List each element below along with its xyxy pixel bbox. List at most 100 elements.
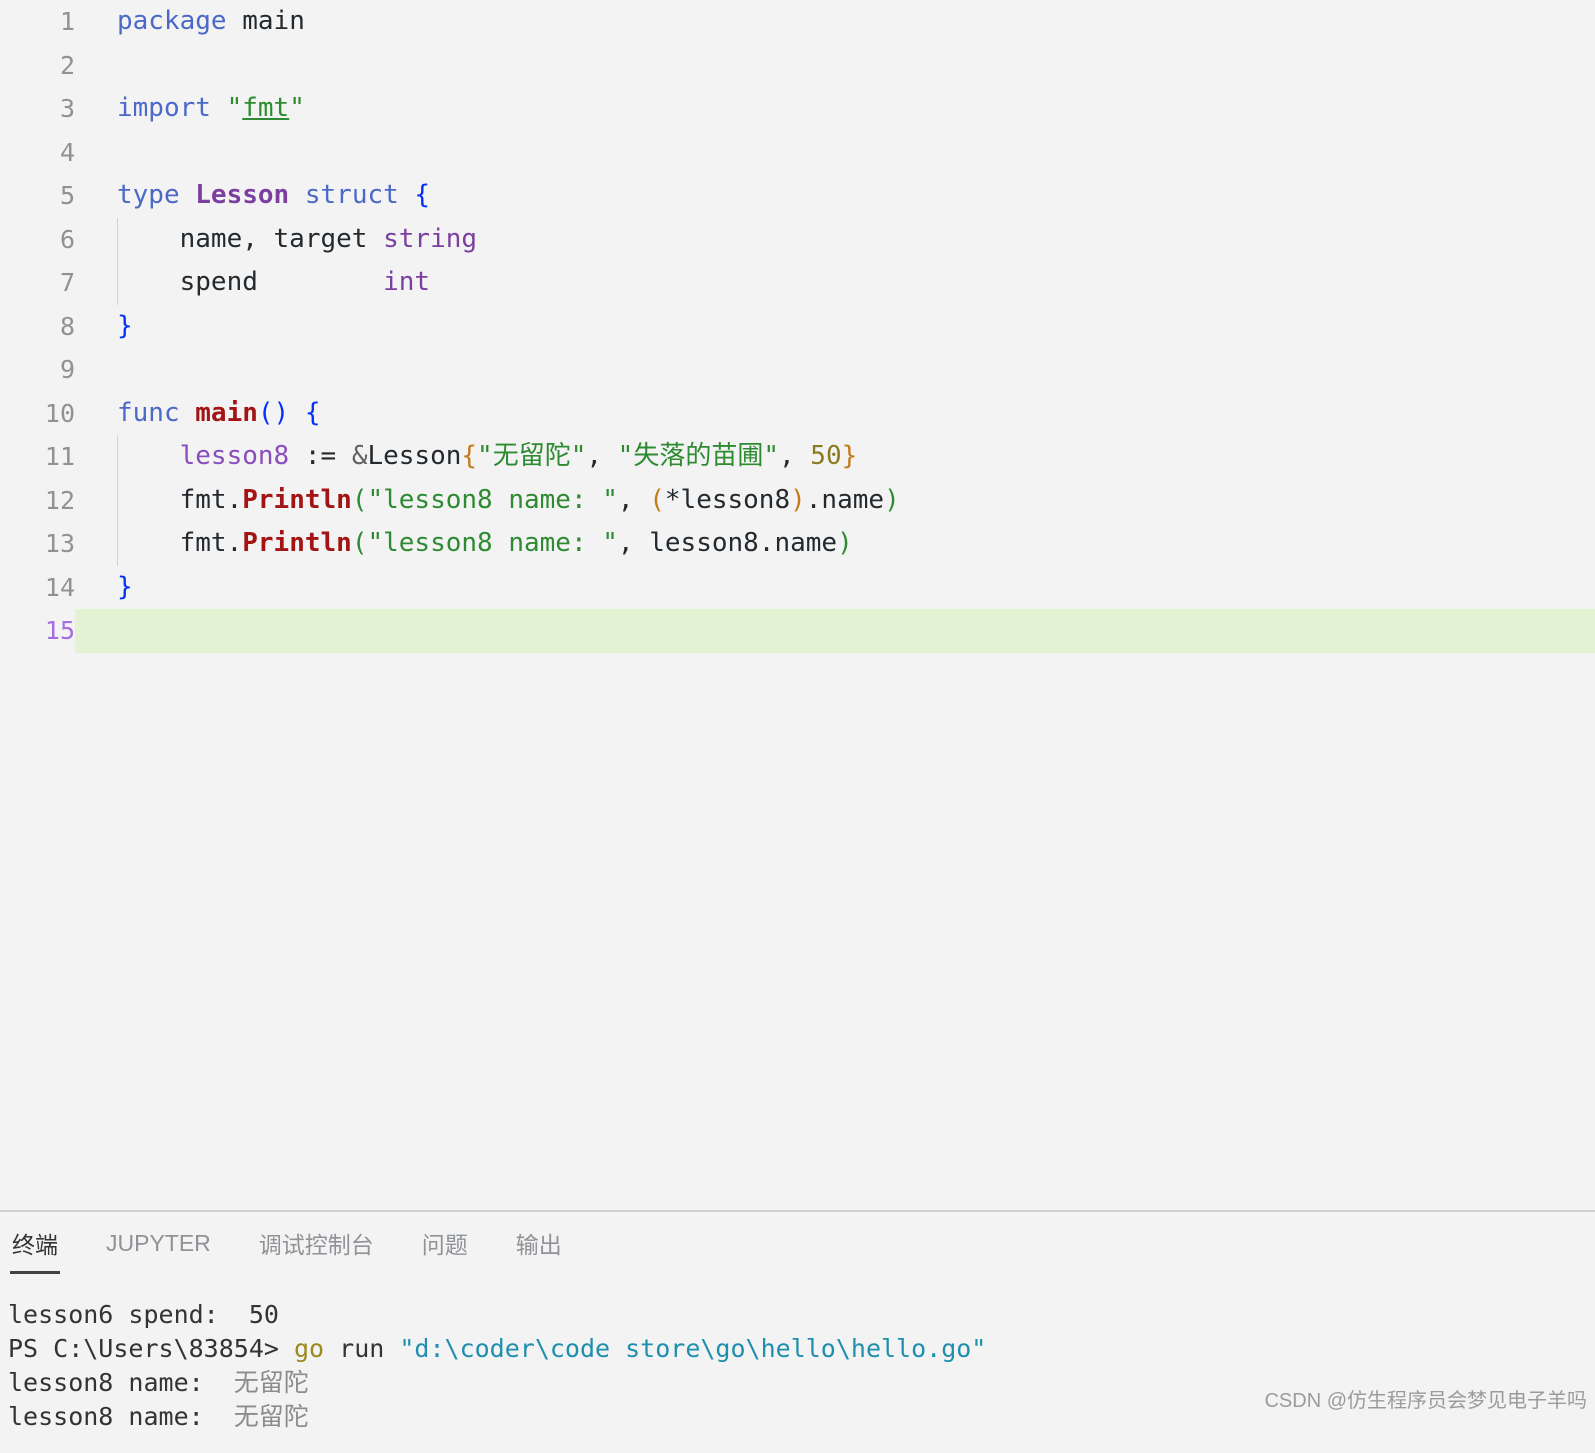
terminal-line-prompt: PS C:\Users\83854> go run "d:\coder\code… [8, 1332, 1595, 1366]
token-keyword: struct [289, 180, 399, 210]
indent-guide [117, 217, 118, 261]
code-content: spend int [117, 261, 430, 305]
line-number: 13 [44, 529, 75, 558]
code-content: package main [117, 0, 305, 44]
token-deref-expression: *lesson8 [664, 484, 791, 515]
tab-debug-console[interactable]: 调试控制台 [257, 1220, 376, 1276]
code-line-15-active[interactable]: 15 [0, 609, 1595, 653]
token-function-name: Println [242, 484, 352, 515]
tab-jupyter[interactable]: JUPYTER [104, 1224, 213, 1273]
token-paren: ) [790, 484, 806, 515]
code-content: type Lesson struct { [117, 174, 430, 218]
token-type-name: Lesson [179, 180, 290, 210]
line-number: 9 [59, 355, 75, 384]
line-number: 12 [44, 485, 75, 515]
terminal-command: go [293, 1334, 325, 1363]
token-package: fmt [117, 484, 227, 515]
line-number: 3 [59, 94, 75, 123]
code-line-13[interactable]: 13 fmt.Println("lesson8 name: ", lesson8… [0, 522, 1595, 566]
token-field-access: lesson8.name [649, 528, 838, 558]
token-string: "lesson8 name: " [367, 484, 618, 515]
code-content: name, target string [117, 218, 477, 262]
code-content: lesson8 := &Lesson{"无留陀", "失落的苗圃", 50} [117, 435, 858, 479]
code-line-2[interactable]: 2 [0, 44, 1595, 88]
line-number: 4 [59, 137, 75, 167]
token-paren: ( [351, 484, 368, 515]
code-line-12[interactable]: 12 fmt.Println("lesson8 name: ", (*lesso… [0, 478, 1595, 523]
token-paren: ( [351, 528, 368, 558]
terminal-value: 无留陀 [233, 1402, 309, 1431]
line-number: 1 [59, 7, 75, 36]
line-number: 2 [59, 50, 75, 80]
token-field-names: name, target [117, 223, 384, 254]
token-brace: } [117, 310, 133, 341]
tab-terminal[interactable]: 终端 [10, 1220, 60, 1276]
line-number: 14 [44, 572, 75, 602]
code-editor[interactable]: 1 package main 2 3 import "fmt" 4 5 type… [0, 0, 1595, 1210]
terminal-path: "d:\coder\code store\go\hello\hello.go" [399, 1334, 987, 1363]
line-number: 5 [59, 181, 75, 210]
panel-tab-bar: 终端 JUPYTER 调试控制台 问题 输出 [0, 1212, 1595, 1284]
token-package: fmt [117, 528, 227, 558]
indent-guide [117, 261, 118, 305]
token-brace: { [289, 397, 321, 428]
token-address-operator: & [351, 441, 368, 471]
line-number: 8 [59, 311, 75, 341]
token-keyword: func [117, 397, 180, 428]
token-number: 50 [810, 441, 842, 471]
token-brace: } [841, 441, 858, 471]
import-path-link[interactable]: fmt [242, 93, 289, 123]
indent-guide [117, 478, 118, 522]
token-keyword: import [117, 93, 211, 123]
code-line-3[interactable]: 3 import "fmt" [0, 87, 1595, 131]
code-line-9[interactable]: 9 [0, 348, 1595, 392]
token-comma: , [617, 484, 650, 515]
token-keyword: type [117, 180, 180, 210]
token-string: "失落的苗圃" [617, 441, 779, 471]
token-paren: ) [837, 528, 853, 558]
code-line-10[interactable]: 10 func main() { [0, 392, 1595, 436]
code-line-7[interactable]: 7 spend int [0, 261, 1595, 305]
token-string: "lesson8 name: " [367, 528, 618, 558]
token-operator: := [289, 441, 352, 471]
code-line-1[interactable]: 1 package main [0, 0, 1595, 44]
code-line-6[interactable]: 6 name, target string [0, 217, 1595, 262]
token-quote: " [210, 93, 243, 123]
bottom-panel: 终端 JUPYTER 调试控制台 问题 输出 lesson6 spend: 50… [0, 1210, 1595, 1453]
terminal-prompt: PS C:\Users\83854> [8, 1334, 294, 1363]
token-type: int [383, 267, 431, 297]
code-line-5[interactable]: 5 type Lesson struct { [0, 174, 1595, 218]
terminal-text: lesson8 name: [8, 1368, 234, 1397]
token-paren: ) [884, 484, 900, 515]
code-line-4[interactable]: 4 [0, 131, 1595, 175]
token-struct-name: Lesson [367, 441, 462, 471]
line-number: 11 [44, 442, 75, 471]
token-function-name: main [179, 397, 258, 428]
code-content: } [117, 566, 133, 610]
terminal-args: run [324, 1334, 400, 1363]
terminal-line: lesson6 spend: 50 [8, 1298, 1595, 1332]
token-type: string [383, 223, 478, 254]
token-brace: { [398, 180, 431, 210]
code-line-11[interactable]: 11 lesson8 := &Lesson{"无留陀", "失落的苗圃", 50… [0, 435, 1595, 479]
tab-problems[interactable]: 问题 [420, 1220, 470, 1276]
token-function-name: Println [242, 528, 352, 558]
code-line-8[interactable]: 8 } [0, 305, 1595, 349]
token-quote: " [289, 93, 305, 123]
token-dot: . [226, 528, 243, 558]
terminal-text: lesson6 spend: 50 [8, 1300, 279, 1329]
terminal-text: lesson8 name: [8, 1402, 234, 1431]
line-number: 6 [59, 224, 75, 254]
terminal-output[interactable]: lesson6 spend: 50 PS C:\Users\83854> go … [0, 1284, 1595, 1453]
token-brace: } [117, 571, 133, 602]
terminal-value: 无留陀 [233, 1368, 309, 1397]
code-content: fmt.Println("lesson8 name: ", (*lesson8)… [117, 479, 900, 523]
token-string: "无留陀" [477, 441, 587, 471]
line-number: 15 [0, 609, 75, 653]
indent-guide [117, 435, 118, 479]
token-identifier: main [226, 6, 305, 36]
code-content: } [117, 305, 133, 349]
code-content: import "fmt" [117, 87, 305, 131]
code-line-14[interactable]: 14 } [0, 566, 1595, 610]
tab-output[interactable]: 输出 [514, 1220, 564, 1276]
